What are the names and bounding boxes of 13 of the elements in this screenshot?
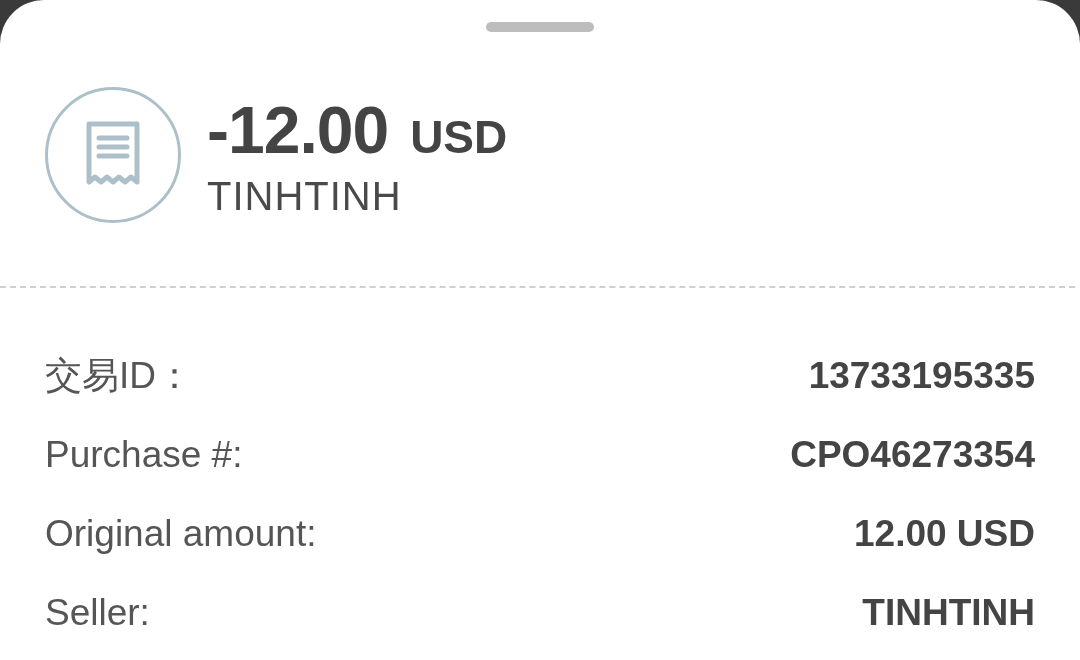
detail-value: 13733195335 bbox=[808, 354, 1035, 397]
detail-value: 12.00 USD bbox=[854, 512, 1035, 555]
merchant-name: TINHTINH bbox=[207, 173, 403, 219]
detail-label: Original amount: bbox=[45, 512, 317, 555]
detail-value: TINHTINH bbox=[862, 591, 1035, 634]
amount: -12.00 bbox=[207, 91, 389, 168]
detail-label: Seller: bbox=[45, 591, 150, 634]
detail-label: Purchase #: bbox=[45, 433, 243, 476]
currency: USD bbox=[410, 109, 508, 164]
detail-value: CPO46273354 bbox=[790, 433, 1035, 476]
detail-label: 交易ID： bbox=[45, 353, 193, 398]
receipt-icon bbox=[45, 87, 181, 223]
drag-handle[interactable] bbox=[486, 22, 594, 32]
